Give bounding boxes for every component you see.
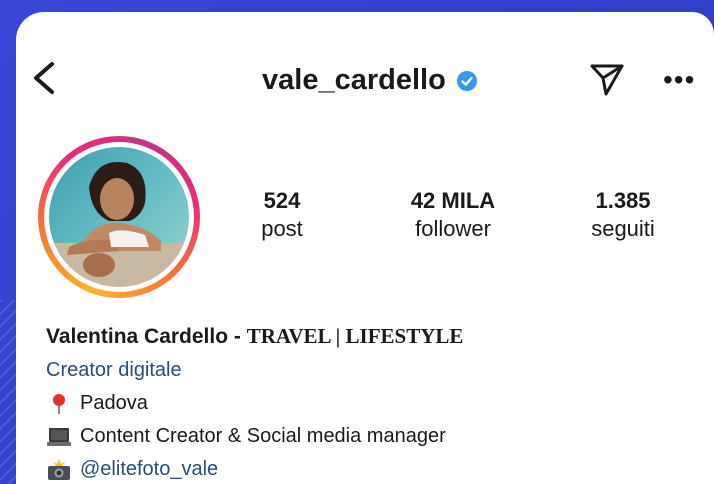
direct-message-icon[interactable]	[588, 60, 626, 98]
camera-flash-icon	[48, 458, 70, 480]
back-icon[interactable]	[30, 60, 58, 96]
pin-icon	[53, 393, 65, 414]
avatar-story-ring[interactable]	[38, 136, 200, 298]
stat-followers-label: follower	[415, 216, 491, 241]
stat-followers-value: 42 MILA	[410, 188, 496, 213]
profile-card: vale_cardello ••• 524 post 42 MILA follo…	[16, 12, 714, 484]
profile-name-text: Valentina Cardello -	[46, 325, 247, 348]
bio-line-location: Padova	[46, 387, 463, 420]
laptop-icon	[47, 427, 71, 446]
verified-badge-icon	[456, 70, 477, 91]
stat-followers[interactable]: 42 MILA follower	[398, 188, 508, 244]
bio-line-text: Padova	[80, 392, 148, 414]
stat-following-label: seguiti	[591, 216, 655, 241]
profile-category[interactable]: Creator digitale	[46, 354, 463, 387]
profile-name-tagline: TRAVEL | LIFESTYLE	[246, 324, 464, 348]
stat-posts[interactable]: 524 post	[252, 188, 312, 244]
username: vale_cardello	[262, 64, 446, 96]
stat-following-value: 1.385	[595, 188, 651, 213]
bio-link[interactable]: @elitefoto_vale	[80, 453, 218, 484]
stat-following[interactable]: 1.385 seguiti	[578, 188, 668, 244]
profile-name: Valentina Cardello - TRAVEL | LIFESTYLE	[46, 320, 463, 354]
avatar[interactable]	[49, 147, 189, 287]
stat-posts-value: 524	[263, 188, 301, 213]
profile-bio: Valentina Cardello - TRAVEL | LIFESTYLE …	[46, 320, 463, 484]
bio-line-text: Content Creator & Social media manager	[80, 425, 446, 447]
bio-line-link: @elitefoto_vale	[46, 453, 463, 484]
more-options-icon[interactable]: •••	[663, 66, 695, 94]
stat-posts-label: post	[261, 216, 303, 241]
profile-header-title: vale_cardello	[262, 64, 478, 97]
avatar-photo	[49, 147, 189, 287]
bio-line-job: Content Creator & Social media manager	[46, 420, 463, 453]
